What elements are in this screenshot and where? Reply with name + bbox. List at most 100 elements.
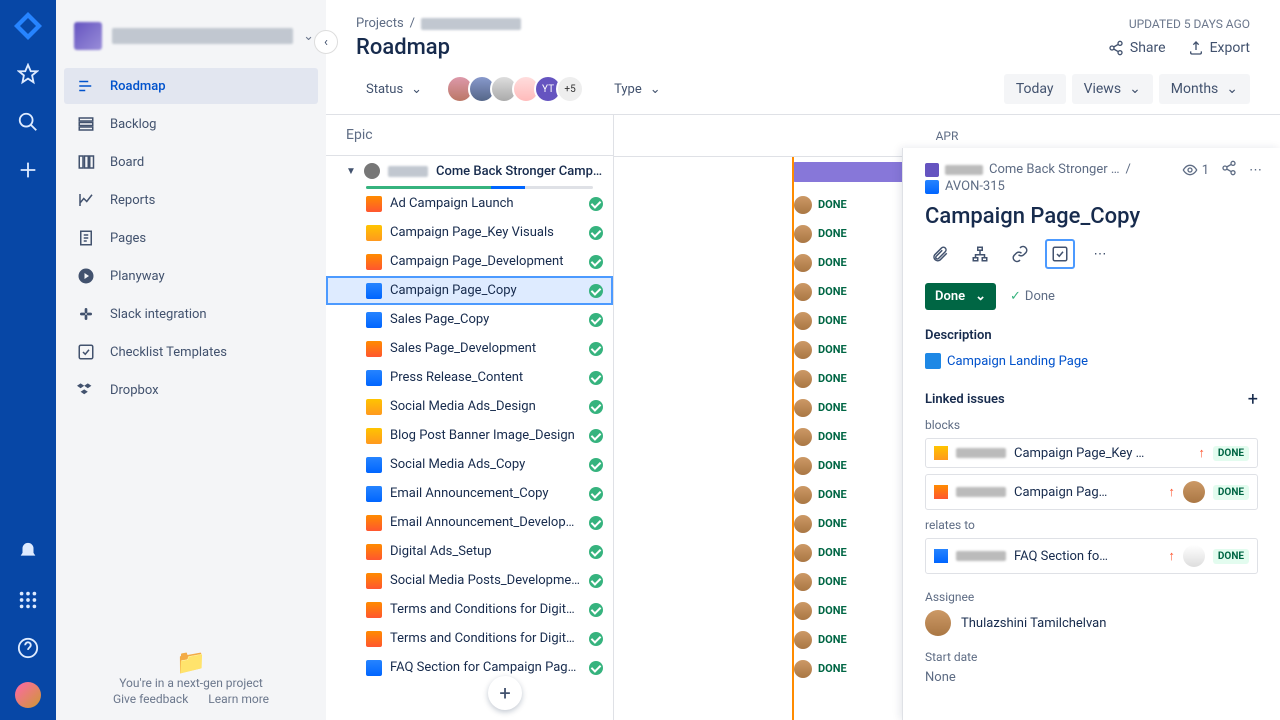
- months-dropdown[interactable]: Months⌄: [1159, 74, 1250, 104]
- task-row[interactable]: Blog Post Banner Image_Design: [326, 421, 613, 450]
- feedback-link[interactable]: Give feedback: [113, 692, 188, 706]
- roadmap-icon: [76, 76, 96, 96]
- sidebar-item-roadmap[interactable]: Roadmap: [64, 68, 318, 104]
- linked-issue-card[interactable]: Campaign Pag… ↑ DONE: [925, 474, 1258, 510]
- epic-label: Come Back Stronger Campaign: [436, 164, 603, 179]
- task-row[interactable]: Campaign Page_Copy: [326, 276, 613, 305]
- sidebar-item-pages[interactable]: Pages: [64, 220, 318, 256]
- priority-icon: ↑: [1168, 548, 1175, 564]
- redacted: [388, 166, 428, 177]
- sidebar-item-board[interactable]: Board: [64, 144, 318, 180]
- views-dropdown[interactable]: Views⌄: [1072, 74, 1153, 104]
- add-linked-issue[interactable]: +: [1248, 389, 1258, 410]
- task-type-icon: [366, 370, 382, 386]
- sidebar-item-label: Pages: [110, 231, 146, 246]
- updated-label: UPDATED 5 DAYS AGO: [1129, 17, 1250, 31]
- task-row[interactable]: Campaign Page_Key Visuals: [326, 218, 613, 247]
- apps-icon[interactable]: [14, 586, 42, 614]
- status-resolution: ✓Done: [1010, 289, 1055, 304]
- blocks-label: blocks: [925, 418, 1258, 432]
- status-check-icon: [589, 313, 603, 327]
- relates-label: relates to: [925, 518, 1258, 532]
- caret-icon: ▼: [346, 166, 356, 177]
- reports-icon: [76, 190, 96, 210]
- type-dropdown[interactable]: Type ⌄: [604, 76, 671, 103]
- task-row[interactable]: Terms and Conditions for Digital …: [326, 624, 613, 653]
- issue-key[interactable]: AVON-315: [945, 179, 1005, 194]
- task-type-icon: [366, 660, 382, 676]
- sidebar-item-checklist[interactable]: Checklist Templates: [64, 334, 318, 370]
- assignee-name: Thulazshini Tamilchelvan: [961, 616, 1106, 631]
- task-row[interactable]: Ad Campaign Launch: [326, 189, 613, 218]
- create-icon[interactable]: [14, 156, 42, 184]
- status-check-icon: [589, 255, 603, 269]
- assignee-avatar: [794, 399, 812, 417]
- attach-button[interactable]: [925, 239, 955, 269]
- sidebar-item-planyway[interactable]: Planyway: [64, 258, 318, 294]
- parent-link[interactable]: Come Back Stronger …: [989, 162, 1120, 177]
- epic-row[interactable]: ▼ Come Back Stronger Campaign: [326, 156, 613, 186]
- search-icon[interactable]: [14, 108, 42, 136]
- board-icon: [76, 152, 96, 172]
- task-label: Social Media Ads_Design: [390, 399, 581, 414]
- checkbox-button[interactable]: [1045, 239, 1075, 269]
- assignee-filter[interactable]: YT +5: [452, 75, 584, 103]
- avatar-overflow[interactable]: +5: [556, 75, 584, 103]
- watch-count[interactable]: 1: [1182, 162, 1209, 178]
- task-row[interactable]: Social Media Posts_Development: [326, 566, 613, 595]
- task-row[interactable]: Terms and Conditions for Digital …: [326, 595, 613, 624]
- task-row[interactable]: Social Media Ads_Design: [326, 392, 613, 421]
- more-button[interactable]: ⋯: [1085, 239, 1115, 269]
- task-type-icon: [366, 341, 382, 357]
- app-logo-icon[interactable]: [14, 12, 42, 40]
- sidebar-item-slack[interactable]: Slack integration: [64, 296, 318, 332]
- task-label: Terms and Conditions for Digital …: [390, 602, 581, 617]
- task-row[interactable]: Email Announcement_Copy: [326, 479, 613, 508]
- linked-issue-card[interactable]: FAQ Section fo… ↑ DONE: [925, 538, 1258, 574]
- collapse-sidebar-button[interactable]: ‹: [314, 30, 338, 54]
- task-row[interactable]: Social Media Ads_Copy: [326, 450, 613, 479]
- assignee-avatar: [794, 660, 812, 678]
- task-row[interactable]: Press Release_Content: [326, 363, 613, 392]
- assignee-row[interactable]: Thulazshini Tamilchelvan: [925, 610, 1258, 636]
- start-date-value[interactable]: None: [925, 664, 1258, 691]
- create-epic-button[interactable]: +: [488, 676, 522, 710]
- link-button[interactable]: [1005, 239, 1035, 269]
- notification-icon[interactable]: [14, 538, 42, 566]
- user-avatar[interactable]: [15, 682, 41, 708]
- today-button[interactable]: Today: [1004, 74, 1066, 104]
- share-button[interactable]: Share: [1108, 40, 1166, 56]
- sidebar-item-backlog[interactable]: Backlog: [64, 106, 318, 142]
- assignee-avatar: [794, 631, 812, 649]
- task-row[interactable]: Digital Ads_Setup: [326, 537, 613, 566]
- task-type-icon: [366, 486, 382, 502]
- task-row[interactable]: Sales Page_Copy: [326, 305, 613, 334]
- share-icon[interactable]: [1221, 160, 1237, 180]
- status-dropdown[interactable]: Status ⌄: [356, 76, 432, 103]
- star-icon[interactable]: [14, 60, 42, 88]
- status-check-icon: [589, 487, 603, 501]
- project-header[interactable]: ⌄: [56, 0, 326, 58]
- status-button[interactable]: Done⌄: [925, 283, 996, 310]
- subtask-button[interactable]: [965, 239, 995, 269]
- breadcrumb-projects[interactable]: Projects: [356, 16, 404, 31]
- issue-title[interactable]: Campaign Page_Copy: [925, 204, 1258, 229]
- task-type-icon: [366, 225, 382, 241]
- linked-issue-card[interactable]: Campaign Page_Key … ↑ DONE: [925, 438, 1258, 468]
- task-row[interactable]: Campaign Page_Development: [326, 247, 613, 276]
- sidebar-item-label: Roadmap: [110, 79, 166, 94]
- start-date-header: Start date: [925, 650, 1258, 664]
- eye-icon: [1182, 162, 1198, 178]
- assignee-avatar: [794, 486, 812, 504]
- export-button[interactable]: Export: [1188, 40, 1250, 56]
- task-row[interactable]: FAQ Section for Campaign Page …: [326, 653, 613, 682]
- sidebar-item-dropbox[interactable]: Dropbox: [64, 372, 318, 408]
- sidebar-item-reports[interactable]: Reports: [64, 182, 318, 218]
- status-check-icon: [589, 429, 603, 443]
- help-icon[interactable]: [14, 634, 42, 662]
- task-row[interactable]: Sales Page_Development: [326, 334, 613, 363]
- task-row[interactable]: Email Announcement_Developm…: [326, 508, 613, 537]
- learn-more-link[interactable]: Learn more: [208, 692, 269, 706]
- doc-link[interactable]: Campaign Landing Page: [925, 349, 1258, 383]
- more-icon[interactable]: ⋯: [1249, 163, 1262, 178]
